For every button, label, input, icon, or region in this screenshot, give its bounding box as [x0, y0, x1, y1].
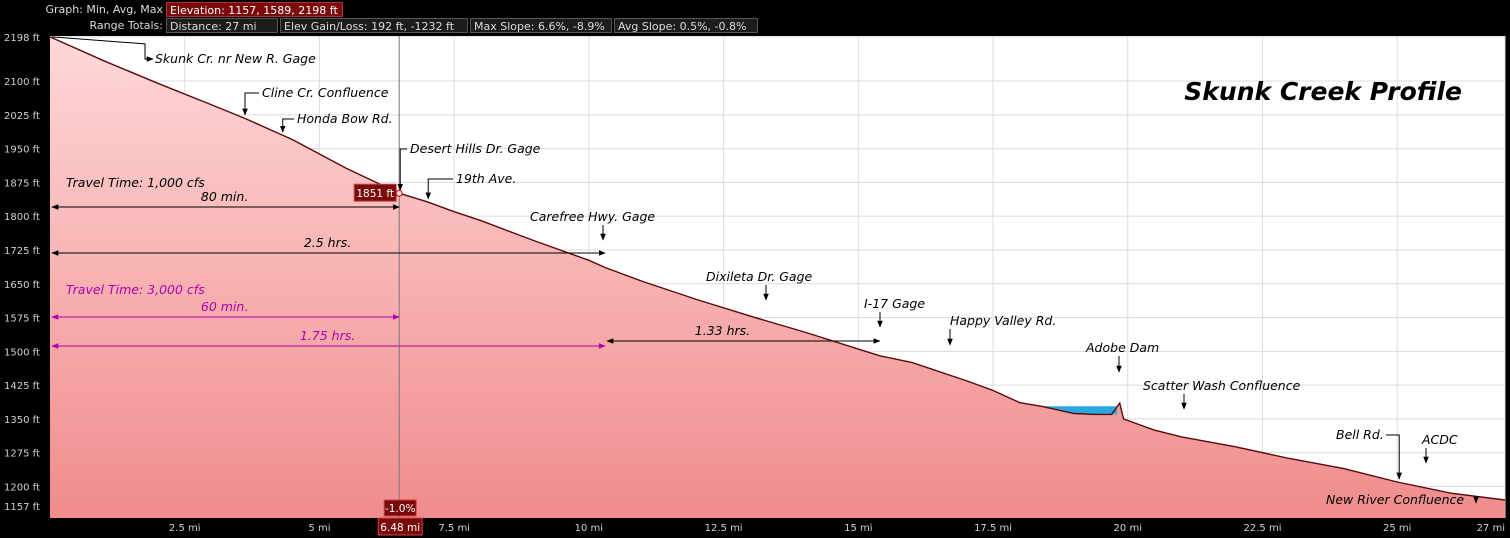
- y-tick-label: 1157 ft: [4, 502, 40, 513]
- svg-text:1851 ft: 1851 ft: [356, 188, 394, 200]
- x-tick-label: 15 mi: [844, 523, 872, 534]
- cursor-point: [395, 189, 403, 197]
- y-tick-label: 1425 ft: [4, 381, 40, 392]
- x-tick-label: 22.5 mi: [1244, 523, 1282, 534]
- annotation-label: I-17 Gage: [864, 296, 925, 311]
- annotation: New River Confluence: [1326, 492, 1479, 507]
- annotation-label: Dixileta Dr. Gage: [706, 269, 813, 284]
- x-tick-label: 7.5 mi: [438, 523, 470, 534]
- y-tick-label: 1875 ft: [4, 178, 40, 189]
- y-tick-label: 1650 ft: [4, 280, 40, 291]
- cursor-distance-badge: 6.48 mi: [377, 517, 423, 536]
- annotation-label: ACDC: [1421, 432, 1458, 447]
- y-tick-label: 1950 ft: [4, 145, 40, 156]
- annotation-label: Honda Bow Rd.: [297, 111, 393, 126]
- y-tick-label: 2100 ft: [4, 77, 40, 88]
- annotation-label: Adobe Dam: [1085, 340, 1159, 355]
- y-tick-label: 1500 ft: [4, 347, 40, 358]
- annotation-label: Happy Valley Rd.: [950, 313, 1056, 328]
- travel-time-label: 1.75 hrs.: [300, 328, 355, 343]
- x-tick-label: 2.5 mi: [169, 523, 201, 534]
- travel-time-label: 80 min.: [201, 189, 248, 204]
- x-tick-label: 12.5 mi: [705, 523, 743, 534]
- x-tick-label: 25 mi: [1383, 523, 1411, 534]
- svg-text:6.48 mi: 6.48 mi: [380, 522, 420, 534]
- y-tick-label: 1200 ft: [4, 482, 40, 493]
- annotation-label: Carefree Hwy. Gage: [530, 209, 655, 224]
- y-tick-label: 1350 ft: [4, 415, 40, 426]
- travel-time-heading: Travel Time: 1,000 cfs: [66, 175, 205, 190]
- y-tick-label: 2025 ft: [4, 111, 40, 122]
- annotation-label: Cline Cr. Confluence: [262, 85, 389, 100]
- y-tick-label: 1275 ft: [4, 449, 40, 460]
- y-tick-label: 1575 ft: [4, 314, 40, 325]
- annotation-label: Scatter Wash Confluence: [1143, 378, 1301, 393]
- annotation-label: New River Confluence: [1326, 492, 1464, 507]
- cursor-slope-badge: -1.0%: [383, 499, 417, 517]
- x-tick-label: 20 mi: [1114, 523, 1142, 534]
- annotation-label: 19th Ave.: [456, 171, 516, 186]
- y-tick-label: 2198 ft: [4, 33, 40, 44]
- travel-time-heading: Travel Time: 3,000 cfs: [66, 282, 205, 297]
- travel-time-label: 2.5 hrs.: [304, 235, 351, 250]
- chart-title: Skunk Creek Profile: [1184, 77, 1462, 106]
- cursor-elevation-badge: 1851 ft: [353, 183, 397, 202]
- travel-time-label: 60 min.: [201, 299, 248, 314]
- svg-text:-1.0%: -1.0%: [385, 503, 415, 515]
- x-tick-label: 5 mi: [308, 523, 330, 534]
- annotation-label: Desert Hills Dr. Gage: [410, 141, 541, 156]
- annotation-label: Bell Rd.: [1336, 427, 1384, 442]
- y-tick-label: 1800 ft: [4, 212, 40, 223]
- x-tick-label: 10 mi: [575, 523, 603, 534]
- x-tick-label: 17.5 mi: [974, 523, 1012, 534]
- travel-time-label: 1.33 hrs.: [695, 323, 750, 338]
- elevation-profile-chart[interactable]: 2198 ft 2100 ft 2025 ft 1950 ft 1875 ft 1800 …: [0, 0, 1510, 538]
- annotation-label: Skunk Cr. nr New R. Gage: [155, 51, 316, 66]
- x-tick-label: 27 mi: [1477, 523, 1505, 534]
- y-tick-label: 1725 ft: [4, 246, 40, 257]
